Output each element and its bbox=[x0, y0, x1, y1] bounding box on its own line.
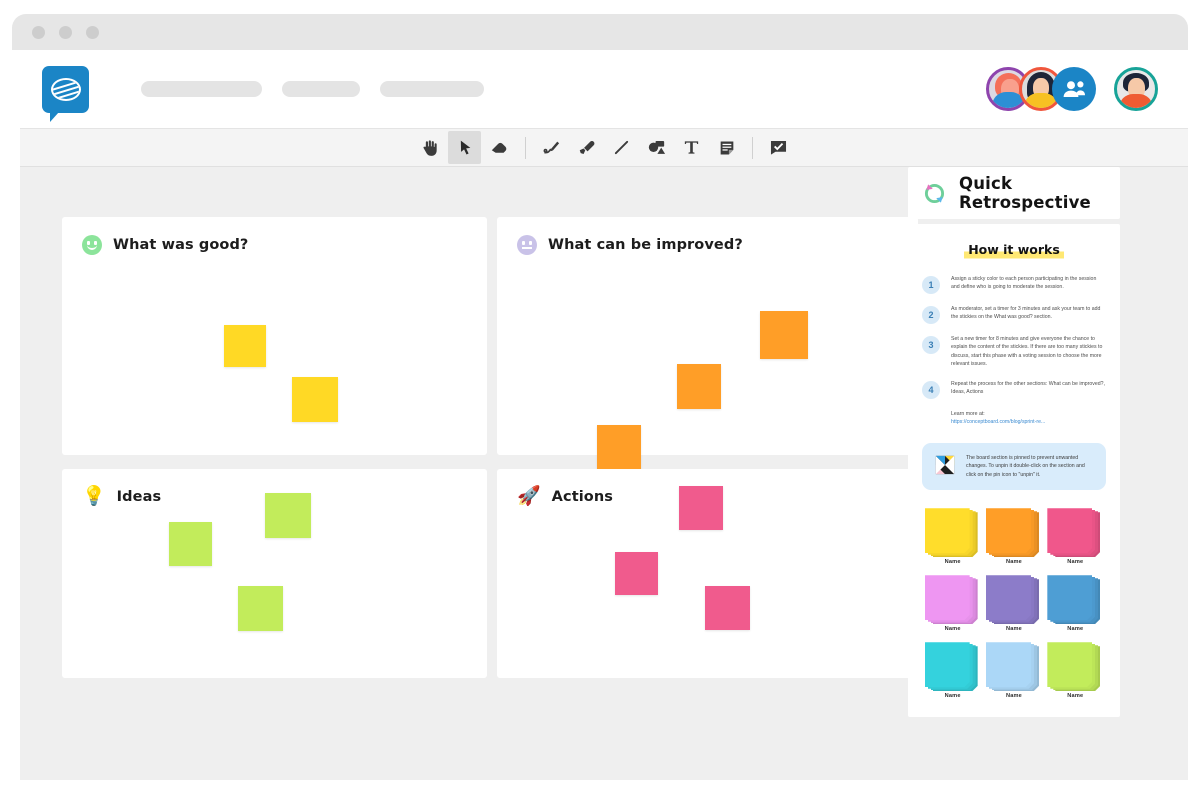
sticky-note[interactable] bbox=[238, 586, 283, 631]
sticky-note[interactable] bbox=[705, 586, 750, 630]
sticky-note[interactable] bbox=[679, 486, 723, 530]
section-header: What can be improved? bbox=[497, 217, 918, 255]
section-title: What was good? bbox=[113, 237, 249, 253]
smiley-face-icon bbox=[82, 235, 102, 255]
swatch-green[interactable]: Name bbox=[1047, 642, 1103, 699]
board-section-actions[interactable]: 🚀 Actions bbox=[497, 469, 918, 678]
how-it-works-step: 2 As moderator, set a timer for 3 minute… bbox=[922, 305, 1106, 324]
eraser-tool-icon[interactable] bbox=[483, 131, 516, 164]
swatch-yellow[interactable]: Name bbox=[924, 508, 981, 566]
app-header bbox=[20, 50, 1188, 128]
swatch-label: Name bbox=[1005, 626, 1022, 633]
swatch-light-blue[interactable]: Name bbox=[985, 642, 1042, 700]
pin-section-icon bbox=[934, 454, 956, 476]
swatch-turquoise[interactable]: Name bbox=[924, 642, 981, 700]
sticky-note[interactable] bbox=[677, 364, 721, 409]
learn-more-link[interactable]: https://conceptboard.com/blog/sprint-re.… bbox=[951, 418, 1106, 426]
conceptboard-logo-icon[interactable] bbox=[42, 65, 89, 122]
collaborator-avatars bbox=[986, 67, 1158, 111]
shapes-tool-icon[interactable] bbox=[640, 131, 673, 164]
sticky-note-tool-icon[interactable] bbox=[710, 131, 743, 164]
neutral-face-icon bbox=[517, 235, 537, 255]
text-tool-icon[interactable] bbox=[675, 131, 708, 164]
step-text: Repeat the process for the other section… bbox=[951, 380, 1105, 396]
sticky-note[interactable] bbox=[597, 425, 641, 469]
panel-header: Quick Retrospective bbox=[908, 167, 1120, 219]
window-minimize-dot[interactable] bbox=[59, 26, 72, 39]
step-number: 2 bbox=[922, 306, 940, 324]
swatch-blue[interactable]: Name bbox=[1047, 575, 1103, 632]
swatch-pink[interactable]: Name bbox=[1047, 508, 1103, 565]
sticky-note[interactable] bbox=[265, 493, 311, 538]
toolbar-separator-1 bbox=[525, 136, 526, 159]
panel-body: How it works 1 Assign a sticky color to … bbox=[908, 224, 1120, 718]
step-number: 3 bbox=[922, 336, 940, 354]
learn-more: Learn more at: https://conceptboard.com/… bbox=[951, 410, 1106, 427]
header-nav-placeholders bbox=[141, 81, 484, 97]
step-number: 1 bbox=[922, 276, 940, 294]
pinned-section-notice: The board section is pinned to prevent u… bbox=[922, 442, 1106, 491]
sticky-note[interactable] bbox=[292, 377, 338, 422]
board-canvas[interactable]: What was good? What can be improved? 💡 I… bbox=[20, 167, 1188, 780]
window-title-bar bbox=[12, 14, 1188, 50]
select-tool-icon[interactable] bbox=[448, 131, 481, 164]
window-close-dot[interactable] bbox=[32, 26, 45, 39]
marker-tool-icon[interactable] bbox=[570, 131, 603, 164]
avatar-current-user[interactable] bbox=[1114, 67, 1158, 111]
board-section-what-was-good[interactable]: What was good? bbox=[62, 217, 487, 455]
sticky-note[interactable] bbox=[169, 522, 212, 566]
add-people-icon[interactable] bbox=[1052, 67, 1096, 111]
step-number: 4 bbox=[922, 380, 940, 399]
section-title: Ideas bbox=[116, 489, 162, 505]
panel-title: Quick Retrospective bbox=[959, 174, 1091, 212]
toolbar-separator-2 bbox=[752, 136, 753, 159]
swatch-label: Name bbox=[944, 559, 961, 566]
rocket-icon: 🚀 bbox=[517, 486, 541, 507]
swatch-label: Name bbox=[1067, 626, 1084, 633]
nav-placeholder-1[interactable] bbox=[141, 81, 262, 97]
board-section-what-can-be-improved[interactable]: What can be improved? bbox=[497, 217, 918, 469]
quick-retrospective-panel: Quick Retrospective How it works 1 Assig… bbox=[908, 167, 1120, 718]
swatch-label: Name bbox=[1005, 559, 1022, 566]
sticky-note[interactable] bbox=[224, 325, 266, 367]
sticky-color-swatches: Name Name Name Name Name Name Name Name … bbox=[922, 508, 1106, 699]
window-maximize-dot[interactable] bbox=[86, 26, 99, 39]
swatch-label: Name bbox=[944, 626, 961, 633]
hand-tool-icon[interactable] bbox=[413, 131, 446, 164]
learn-more-label: Learn more at: bbox=[951, 410, 985, 417]
swatch-label: Name bbox=[944, 693, 961, 700]
section-title: What can be improved? bbox=[548, 237, 743, 253]
how-it-works-step: 1 Assign a sticky color to each person p… bbox=[922, 275, 1106, 294]
retrospective-cycle-icon bbox=[921, 180, 948, 207]
line-tool-icon[interactable] bbox=[605, 131, 638, 164]
logo-bubble bbox=[50, 77, 81, 101]
section-header: What was good? bbox=[62, 217, 487, 255]
sticky-note[interactable] bbox=[615, 552, 658, 595]
swatch-label: Name bbox=[1005, 693, 1022, 700]
app-window: What was good? What can be improved? 💡 I… bbox=[0, 0, 1200, 800]
step-text: As moderator, set a timer for 3 minutes … bbox=[951, 306, 1101, 321]
comment-tool-icon[interactable] bbox=[762, 131, 795, 164]
board-section-ideas[interactable]: 💡 Ideas bbox=[62, 469, 487, 678]
pen-tool-icon[interactable] bbox=[535, 131, 568, 164]
swatch-orange[interactable]: Name bbox=[985, 508, 1042, 566]
swatch-violet[interactable]: Name bbox=[924, 575, 981, 633]
nav-placeholder-2[interactable] bbox=[282, 81, 360, 97]
nav-placeholder-3[interactable] bbox=[380, 81, 484, 97]
section-title: Actions bbox=[551, 489, 614, 505]
drawing-toolbar bbox=[20, 128, 1188, 167]
step-text: Set a new timer for 8 minutes and give e… bbox=[951, 336, 1103, 368]
pinned-section-text: The board section is pinned to prevent u… bbox=[966, 454, 1085, 478]
sticky-note[interactable] bbox=[760, 311, 808, 359]
light-bulb-icon: 💡 bbox=[82, 486, 106, 507]
swatch-purple[interactable]: Name bbox=[985, 575, 1042, 633]
step-text: Assign a sticky color to each person par… bbox=[951, 276, 1097, 291]
how-it-works-step: 3 Set a new timer for 8 minutes and give… bbox=[922, 335, 1106, 369]
swatch-label: Name bbox=[1067, 559, 1084, 566]
how-it-works-heading: How it works bbox=[964, 242, 1064, 259]
how-it-works-step: 4 Repeat the process for the other secti… bbox=[922, 380, 1106, 399]
swatch-label: Name bbox=[1067, 693, 1084, 700]
window-controls bbox=[32, 26, 99, 39]
